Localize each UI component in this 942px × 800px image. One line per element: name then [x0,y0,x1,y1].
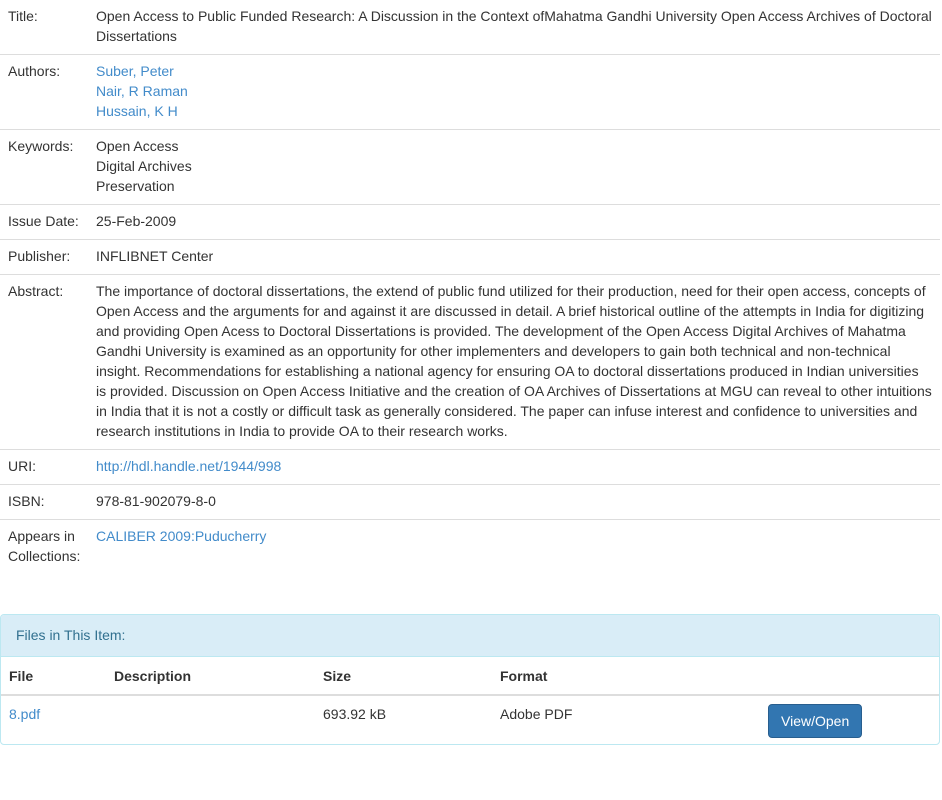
title-row: Title: Open Access to Public Funded Rese… [0,0,940,55]
abstract-text: The importance of doctoral dissertations… [88,274,940,450]
file-size: 693.92 kB [323,706,387,722]
collections-row: Appears in Collections: CALIBER 2009:Pud… [0,519,940,574]
keyword: Digital Archives [96,158,192,174]
uri-label: URI: [0,449,88,485]
publisher-row: Publisher: INFLIBNET Center [0,239,940,275]
author-link[interactable]: Nair, R Raman [96,81,932,101]
column-header-file: File [1,657,106,696]
files-panel-heading: Files in This Item: [1,615,939,657]
keywords-row: Keywords: Open Access Digital Archives P… [0,129,940,205]
column-header-size: Size [315,657,492,696]
isbn-row: ISBN: 978-81-902079-8-0 [0,484,940,520]
publisher-label: Publisher: [0,239,88,275]
uri-row: URI: http://hdl.handle.net/1944/998 [0,449,940,485]
authors-label: Authors: [0,54,88,130]
authors-list: Suber, Peter Nair, R Raman Hussain, K H [88,54,940,130]
abstract-label: Abstract: [0,274,88,450]
keywords-label: Keywords: [0,129,88,205]
authors-row: Authors: Suber, Peter Nair, R Raman Huss… [0,54,940,130]
uri-link[interactable]: http://hdl.handle.net/1944/998 [96,458,281,474]
keyword: Preservation [96,178,175,194]
isbn-label: ISBN: [0,484,88,520]
files-panel: Files in This Item: File Description Siz… [0,614,940,745]
keyword: Open Access [96,138,179,154]
title-label: Title: [8,8,38,24]
files-table-header: File Description Size Format [1,657,939,696]
author-link[interactable]: Hussain, K H [96,101,932,121]
collections-label: Appears in Collections: [0,519,88,574]
abstract-row: Abstract: The importance of doctoral dis… [0,274,940,450]
file-description [106,695,315,744]
item-metadata-table: Title: Open Access to Public Funded Rese… [0,0,940,574]
keywords-list: Open Access Digital Archives Preservatio… [88,129,940,205]
files-table: File Description Size Format 8.pdf 693.9… [1,657,939,744]
author-link[interactable]: Suber, Peter [96,61,932,81]
table-row: 8.pdf 693.92 kB Adobe PDF View/Open [1,695,939,744]
file-name-link[interactable]: 8.pdf [9,706,40,722]
column-header-format: Format [492,657,760,696]
item-title: Open Access to Public Funded Research: A… [96,8,932,44]
publisher: INFLIBNET Center [88,239,940,275]
isbn: 978-81-902079-8-0 [88,484,940,520]
collection-link[interactable]: CALIBER 2009:Puducherry [96,528,266,544]
issue-date-row: Issue Date: 25-Feb-2009 [0,204,940,240]
issue-date-label: Issue Date: [0,204,88,240]
column-header-action [760,657,939,696]
file-format: Adobe PDF [500,706,573,722]
view-open-button[interactable]: View/Open [768,704,863,738]
issue-date: 25-Feb-2009 [88,204,940,240]
column-header-description: Description [106,657,315,696]
